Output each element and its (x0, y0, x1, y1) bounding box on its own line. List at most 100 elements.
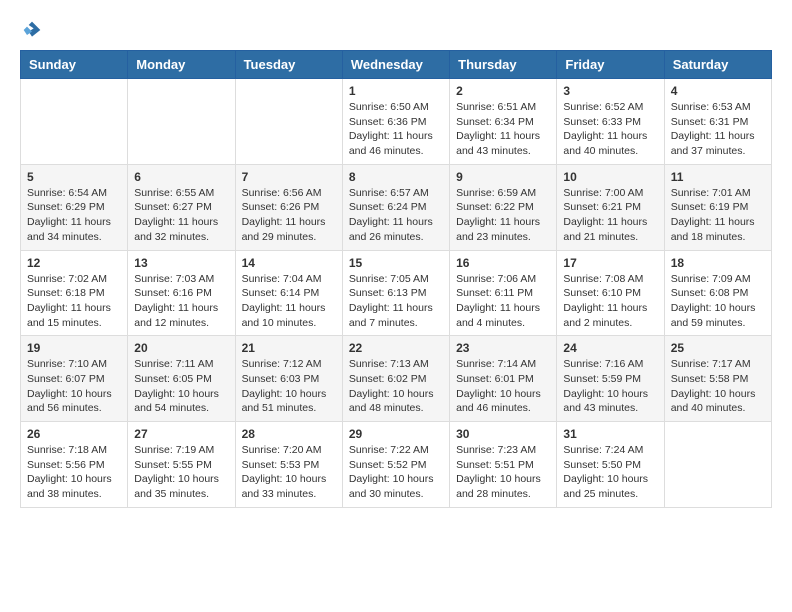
day-number: 26 (27, 427, 121, 441)
calendar-cell: 23 Sunrise: 7:14 AM Sunset: 6:01 PM Dayli… (450, 336, 557, 422)
calendar-header-saturday: Saturday (664, 51, 771, 79)
calendar-cell: 22 Sunrise: 7:13 AM Sunset: 6:02 PM Dayli… (342, 336, 449, 422)
day-number: 12 (27, 256, 121, 270)
day-info: Sunrise: 6:56 AM Sunset: 6:26 PM Dayligh… (242, 186, 336, 245)
day-info: Sunrise: 7:22 AM Sunset: 5:52 PM Dayligh… (349, 443, 443, 502)
day-number: 15 (349, 256, 443, 270)
calendar-cell (664, 422, 771, 508)
day-info: Sunrise: 7:03 AM Sunset: 6:16 PM Dayligh… (134, 272, 228, 331)
day-info: Sunrise: 6:55 AM Sunset: 6:27 PM Dayligh… (134, 186, 228, 245)
day-info: Sunrise: 7:11 AM Sunset: 6:05 PM Dayligh… (134, 357, 228, 416)
calendar-cell: 11Sunrise: 7:01 AM Sunset: 6:19 PM Dayli… (664, 164, 771, 250)
calendar-cell: 21 Sunrise: 7:12 AM Sunset: 6:03 PM Dayli… (235, 336, 342, 422)
day-info: Sunrise: 7:04 AM Sunset: 6:14 PM Dayligh… (242, 272, 336, 331)
day-number: 3 (563, 84, 657, 98)
calendar-cell: 16Sunrise: 7:06 AM Sunset: 6:11 PM Dayli… (450, 250, 557, 336)
day-number: 11 (671, 170, 765, 184)
day-info: Sunrise: 6:59 AM Sunset: 6:22 PM Dayligh… (456, 186, 550, 245)
day-number: 21 (242, 341, 336, 355)
calendar-cell: 2 Sunrise: 6:51 AM Sunset: 6:34 PM Daylig… (450, 79, 557, 165)
calendar-cell: 9 Sunrise: 6:59 AM Sunset: 6:22 PM Daylig… (450, 164, 557, 250)
logo-icon (22, 20, 42, 40)
day-number: 13 (134, 256, 228, 270)
calendar-cell: 15Sunrise: 7:05 AM Sunset: 6:13 PM Dayli… (342, 250, 449, 336)
logo (20, 20, 42, 40)
day-info: Sunrise: 6:50 AM Sunset: 6:36 PM Dayligh… (349, 100, 443, 159)
calendar-cell: 20 Sunrise: 7:11 AM Sunset: 6:05 PM Dayli… (128, 336, 235, 422)
day-info: Sunrise: 7:17 AM Sunset: 5:58 PM Dayligh… (671, 357, 765, 416)
calendar-cell: 10 Sunrise: 7:00 AM Sunset: 6:21 PM Dayli… (557, 164, 664, 250)
calendar-cell: 17 Sunrise: 7:08 AM Sunset: 6:10 PM Dayli… (557, 250, 664, 336)
day-number: 8 (349, 170, 443, 184)
page-header (20, 20, 772, 40)
calendar-cell: 27Sunrise: 7:19 AM Sunset: 5:55 PM Dayli… (128, 422, 235, 508)
calendar-header-row: SundayMondayTuesdayWednesdayThursdayFrid… (21, 51, 772, 79)
day-number: 4 (671, 84, 765, 98)
day-number: 17 (563, 256, 657, 270)
day-number: 22 (349, 341, 443, 355)
day-info: Sunrise: 7:16 AM Sunset: 5:59 PM Dayligh… (563, 357, 657, 416)
day-info: Sunrise: 6:53 AM Sunset: 6:31 PM Dayligh… (671, 100, 765, 159)
calendar-cell (235, 79, 342, 165)
day-info: Sunrise: 7:19 AM Sunset: 5:55 PM Dayligh… (134, 443, 228, 502)
day-number: 30 (456, 427, 550, 441)
day-info: Sunrise: 6:52 AM Sunset: 6:33 PM Dayligh… (563, 100, 657, 159)
calendar-week-1: 1 Sunrise: 6:50 AM Sunset: 6:36 PM Daylig… (21, 79, 772, 165)
day-info: Sunrise: 7:10 AM Sunset: 6:07 PM Dayligh… (27, 357, 121, 416)
day-info: Sunrise: 7:13 AM Sunset: 6:02 PM Dayligh… (349, 357, 443, 416)
calendar-table: SundayMondayTuesdayWednesdayThursdayFrid… (20, 50, 772, 508)
calendar-cell: 13 Sunrise: 7:03 AM Sunset: 6:16 PM Dayli… (128, 250, 235, 336)
calendar-week-5: 26 Sunrise: 7:18 AM Sunset: 5:56 PM Dayli… (21, 422, 772, 508)
calendar-cell: 18Sunrise: 7:09 AM Sunset: 6:08 PM Dayli… (664, 250, 771, 336)
calendar-cell: 6Sunrise: 6:55 AM Sunset: 6:27 PM Daylig… (128, 164, 235, 250)
calendar-cell: 3 Sunrise: 6:52 AM Sunset: 6:33 PM Daylig… (557, 79, 664, 165)
calendar-cell: 4 Sunrise: 6:53 AM Sunset: 6:31 PM Daylig… (664, 79, 771, 165)
calendar-cell: 28 Sunrise: 7:20 AM Sunset: 5:53 PM Dayli… (235, 422, 342, 508)
day-info: Sunrise: 7:09 AM Sunset: 6:08 PM Dayligh… (671, 272, 765, 331)
day-info: Sunrise: 7:20 AM Sunset: 5:53 PM Dayligh… (242, 443, 336, 502)
day-number: 29 (349, 427, 443, 441)
day-info: Sunrise: 7:00 AM Sunset: 6:21 PM Dayligh… (563, 186, 657, 245)
calendar-header-thursday: Thursday (450, 51, 557, 79)
day-number: 25 (671, 341, 765, 355)
day-info: Sunrise: 7:08 AM Sunset: 6:10 PM Dayligh… (563, 272, 657, 331)
calendar-cell: 1 Sunrise: 6:50 AM Sunset: 6:36 PM Daylig… (342, 79, 449, 165)
calendar-cell (21, 79, 128, 165)
day-info: Sunrise: 6:57 AM Sunset: 6:24 PM Dayligh… (349, 186, 443, 245)
calendar-header-monday: Monday (128, 51, 235, 79)
calendar-header-wednesday: Wednesday (342, 51, 449, 79)
calendar-cell: 31 Sunrise: 7:24 AM Sunset: 5:50 PM Dayli… (557, 422, 664, 508)
calendar-cell (128, 79, 235, 165)
day-info: Sunrise: 7:12 AM Sunset: 6:03 PM Dayligh… (242, 357, 336, 416)
day-info: Sunrise: 7:06 AM Sunset: 6:11 PM Dayligh… (456, 272, 550, 331)
day-info: Sunrise: 7:23 AM Sunset: 5:51 PM Dayligh… (456, 443, 550, 502)
calendar-week-2: 5 Sunrise: 6:54 AM Sunset: 6:29 PM Daylig… (21, 164, 772, 250)
day-info: Sunrise: 6:54 AM Sunset: 6:29 PM Dayligh… (27, 186, 121, 245)
day-number: 19 (27, 341, 121, 355)
day-number: 14 (242, 256, 336, 270)
calendar-cell: 7Sunrise: 6:56 AM Sunset: 6:26 PM Daylig… (235, 164, 342, 250)
calendar-cell: 25 Sunrise: 7:17 AM Sunset: 5:58 PM Dayli… (664, 336, 771, 422)
calendar-header-sunday: Sunday (21, 51, 128, 79)
day-info: Sunrise: 6:51 AM Sunset: 6:34 PM Dayligh… (456, 100, 550, 159)
calendar-cell: 19 Sunrise: 7:10 AM Sunset: 6:07 PM Dayli… (21, 336, 128, 422)
day-number: 1 (349, 84, 443, 98)
day-info: Sunrise: 7:18 AM Sunset: 5:56 PM Dayligh… (27, 443, 121, 502)
calendar-header-tuesday: Tuesday (235, 51, 342, 79)
calendar-week-4: 19 Sunrise: 7:10 AM Sunset: 6:07 PM Dayli… (21, 336, 772, 422)
calendar-cell: 29 Sunrise: 7:22 AM Sunset: 5:52 PM Dayli… (342, 422, 449, 508)
day-number: 28 (242, 427, 336, 441)
day-number: 31 (563, 427, 657, 441)
day-number: 20 (134, 341, 228, 355)
day-info: Sunrise: 7:24 AM Sunset: 5:50 PM Dayligh… (563, 443, 657, 502)
calendar-cell: 5 Sunrise: 6:54 AM Sunset: 6:29 PM Daylig… (21, 164, 128, 250)
day-info: Sunrise: 7:14 AM Sunset: 6:01 PM Dayligh… (456, 357, 550, 416)
calendar-cell: 12Sunrise: 7:02 AM Sunset: 6:18 PM Dayli… (21, 250, 128, 336)
calendar-header-friday: Friday (557, 51, 664, 79)
day-number: 5 (27, 170, 121, 184)
day-number: 2 (456, 84, 550, 98)
day-number: 9 (456, 170, 550, 184)
calendar-cell: 24Sunrise: 7:16 AM Sunset: 5:59 PM Dayli… (557, 336, 664, 422)
day-number: 10 (563, 170, 657, 184)
day-number: 23 (456, 341, 550, 355)
